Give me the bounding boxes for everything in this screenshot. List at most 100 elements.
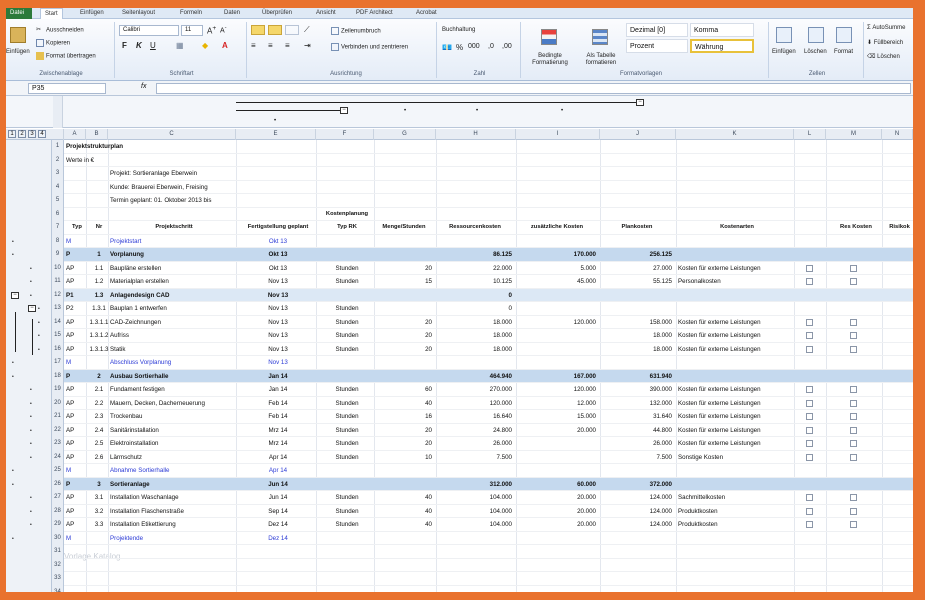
column-header-b[interactable]: B <box>86 129 108 140</box>
cut-button[interactable]: ✂ Ausschneiden <box>36 26 84 34</box>
row-number[interactable]: 30 <box>52 531 64 545</box>
style-komma[interactable]: Komma <box>690 23 754 37</box>
cell-h16[interactable]: 18.000 <box>438 343 512 357</box>
cell-a12[interactable]: P1 <box>66 289 88 303</box>
cell-c4[interactable]: Kunde: Brauerei Eberwein, Freising <box>110 181 242 195</box>
cell-c27[interactable]: Installation Waschanlage <box>110 491 238 505</box>
cell-h9[interactable]: 86.125 <box>438 248 512 262</box>
checkbox-l14[interactable] <box>806 318 813 326</box>
insert-cells-button[interactable]: Einfügen <box>772 49 796 55</box>
cell-a16[interactable]: AP <box>66 343 88 357</box>
checkbox-m29[interactable] <box>850 521 857 528</box>
table-row[interactable]: AP 3.1 Installation Waschanlage Jun 14 Stund… <box>64 491 913 505</box>
checkbox-m22[interactable] <box>850 426 857 434</box>
table-row[interactable]: AP 2.5 Elektroinstallation Mrz 14 Stunden 20 2… <box>64 437 913 451</box>
cell-a29[interactable]: AP <box>66 518 88 532</box>
cell-e22[interactable]: Mrz 14 <box>238 424 318 438</box>
cell-h23[interactable]: 26.000 <box>438 437 512 451</box>
cell-e8[interactable]: Okt 13 <box>238 235 318 249</box>
cell-b7[interactable]: Nr <box>88 221 110 235</box>
cell-c7[interactable]: Projektschritt <box>110 221 238 235</box>
cell-k10[interactable]: Kosten für externe Leistungen <box>678 262 796 276</box>
checkbox-m11[interactable] <box>850 278 857 285</box>
checkbox-m19[interactable] <box>850 386 857 393</box>
checkbox-l23[interactable] <box>806 440 813 447</box>
cell-i22[interactable]: 20.000 <box>518 424 596 438</box>
table-row[interactable]: P 1 Vorplanung Okt 13 86.125 170.000 256.125 <box>64 248 913 262</box>
table-row[interactable]: AP 2.1 Fundament festigen Jan 14 Stunden 60 27… <box>64 383 913 397</box>
cell-f19[interactable]: Stunden <box>318 383 376 397</box>
collapse-row-group-icon[interactable]: − <box>11 291 19 299</box>
table-row[interactable]: Projektstrukturplan <box>64 140 913 154</box>
table-row[interactable]: AP 2.3 Trockenbau Feb 14 Stunden 16 16.640 15.0… <box>64 410 913 424</box>
outline-level-4[interactable]: 4 <box>38 130 46 138</box>
row-number[interactable]: 5 <box>52 194 64 208</box>
cell-g15[interactable]: 20 <box>376 329 432 343</box>
table-row[interactable]: AP 1.1 Baupläne erstellen Okt 13 Stunden 20 22… <box>64 262 913 276</box>
cell-h24[interactable]: 7.500 <box>438 451 512 465</box>
cell-e10[interactable]: Okt 13 <box>238 262 318 276</box>
checkbox-m23[interactable] <box>850 440 857 447</box>
column-header-e[interactable]: E <box>236 129 316 140</box>
cell-k19[interactable]: Kosten für externe Leistungen <box>678 383 796 397</box>
cell-j10[interactable]: 27.000 <box>602 262 672 276</box>
cell-k14[interactable]: Kosten für externe Leistungen <box>678 316 796 330</box>
cell-a28[interactable]: AP <box>66 505 88 519</box>
cell-e21[interactable]: Feb 14 <box>238 410 318 424</box>
cell-c17[interactable]: Abschluss Vorplanung <box>110 356 238 370</box>
cell-b29[interactable]: 3.3 <box>88 518 110 532</box>
paste-button[interactable]: Einfügen <box>6 49 30 55</box>
cell-g24[interactable]: 10 <box>376 451 432 465</box>
cell-c25[interactable]: Abnahme Sortierhalle <box>110 464 238 478</box>
cell-k15[interactable]: Kosten für externe Leistungen <box>678 329 796 343</box>
format-as-table-icon[interactable] <box>592 29 608 45</box>
cell-a10[interactable]: AP <box>66 262 88 276</box>
table-row[interactable]: Werte in € <box>64 154 913 167</box>
cell-c9[interactable]: Vorplanung <box>110 248 238 262</box>
cell-c5[interactable]: Termin geplant: 01. Oktober 2013 bis <box>110 194 242 208</box>
cell-a26[interactable]: P <box>66 478 88 492</box>
conditional-format-button[interactable]: Bedingte Formatierung <box>526 53 574 67</box>
checkbox-l28[interactable] <box>806 507 813 515</box>
cell-a23[interactable]: AP <box>66 437 88 451</box>
cell-b27[interactable]: 3.1 <box>88 491 110 505</box>
table-row[interactable] <box>64 545 913 559</box>
font-name-box[interactable]: Calibri <box>119 25 179 36</box>
format-cells-button[interactable]: Format <box>834 49 853 55</box>
cell-h13[interactable]: 0 <box>438 302 512 316</box>
cell-i9[interactable]: 170.000 <box>518 248 596 262</box>
cell-a19[interactable]: AP <box>66 383 88 397</box>
cell-e16[interactable]: Nov 13 <box>238 343 318 357</box>
cell-k20[interactable]: Kosten für externe Leistungen <box>678 397 796 411</box>
cell-j24[interactable]: 7.500 <box>602 451 672 465</box>
cell-c8[interactable]: Projektstart <box>110 235 238 249</box>
cell-c18[interactable]: Ausbau Sortierhalle <box>110 370 238 384</box>
orientation-icon[interactable]: ⟋ <box>304 25 310 35</box>
wrap-text-button[interactable]: Zeilenumbruch <box>331 27 381 35</box>
merge-center-button[interactable]: Verbinden und zentrieren <box>331 43 408 51</box>
cell-b26[interactable]: 3 <box>88 478 110 492</box>
cell-k16[interactable]: Kosten für externe Leistungen <box>678 343 796 357</box>
delete-cells-button[interactable]: Löschen <box>804 49 827 55</box>
cell-f29[interactable]: Stunden <box>318 518 376 532</box>
style-waehrung[interactable]: Währung <box>690 39 754 53</box>
cell-c23[interactable]: Elektroinstallation <box>110 437 238 451</box>
cell-e25[interactable]: Apr 14 <box>238 464 318 478</box>
cell-a15[interactable]: AP <box>66 329 88 343</box>
cell-k24[interactable]: Sonstige Kosten <box>678 451 796 465</box>
table-row[interactable]: P2 1.3.1 Bauplan 1 entwerfen Nov 13 Stunden 0 <box>64 302 913 316</box>
cell-i26[interactable]: 60.000 <box>518 478 596 492</box>
cell-c15[interactable]: Aufriss <box>110 329 238 343</box>
table-row[interactable]: AP 1.3.1.1 CAD-Zeichnungen Nov 13 Stunden 20 1… <box>64 316 913 330</box>
cell-f10[interactable]: Stunden <box>318 262 376 276</box>
percent-icon[interactable]: % <box>456 43 463 52</box>
cell-j20[interactable]: 132.000 <box>602 397 672 411</box>
table-row[interactable]: Typ Nr Projektschritt Fertigstellung geplan… <box>64 221 913 235</box>
cell-e29[interactable]: Dez 14 <box>238 518 318 532</box>
cell-n7[interactable]: Risikok <box>884 221 913 235</box>
cell-h28[interactable]: 104.000 <box>438 505 512 519</box>
cell-e15[interactable]: Nov 13 <box>238 329 318 343</box>
row-number[interactable]: 14 <box>52 315 64 329</box>
align-middle-icon[interactable] <box>268 25 282 35</box>
checkbox-l11[interactable] <box>806 278 813 285</box>
